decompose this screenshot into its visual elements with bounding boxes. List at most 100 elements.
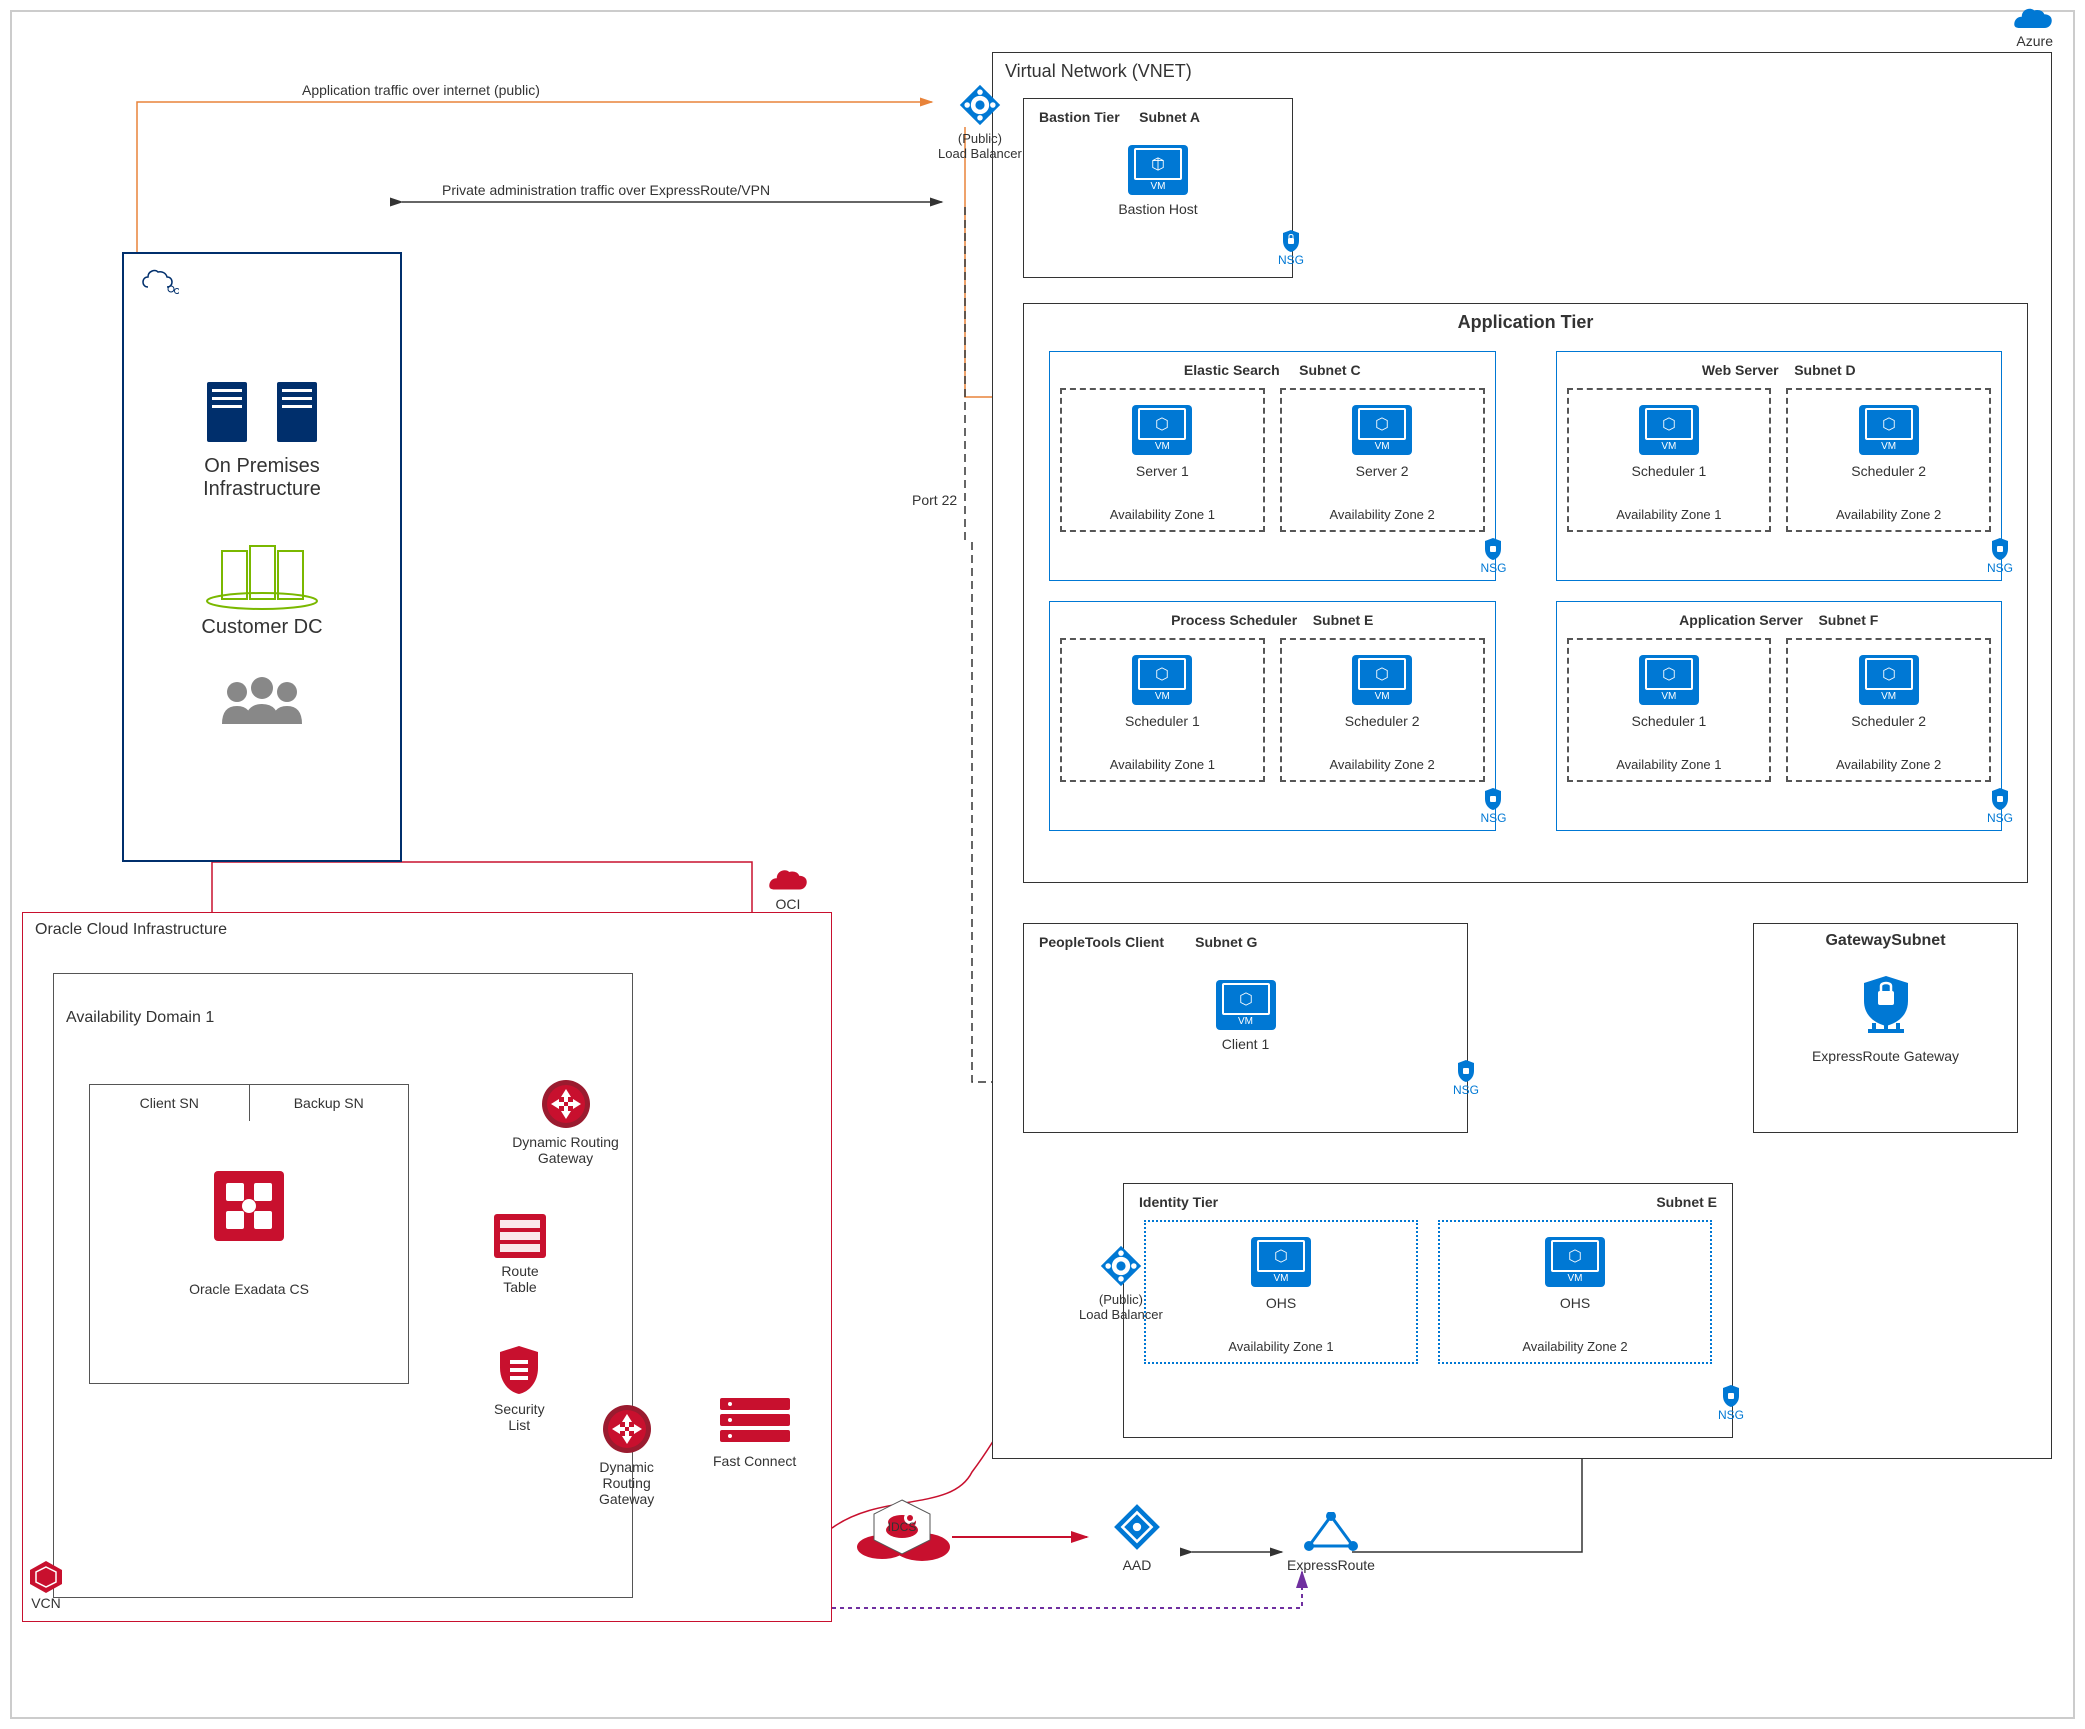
expressroute: ExpressRoute: [1287, 1512, 1375, 1573]
az-label: Availability Zone 2: [1836, 507, 1941, 522]
users-icon: [212, 674, 312, 734]
fast-connect-icon: [715, 1393, 795, 1448]
route-table: Route Table: [494, 1214, 546, 1295]
as-label: Application Server: [1679, 612, 1803, 628]
bastion-subnet-label: Subnet A: [1139, 109, 1200, 125]
cloud-users-icon: [139, 269, 179, 299]
id-az1-label: Availability Zone 1: [1228, 1339, 1333, 1354]
az-label: Availability Zone 2: [1329, 507, 1434, 522]
peopletools-box: PeopleTools Client Subnet G VM Client 1 …: [1023, 923, 1468, 1133]
public-lb-label: (Public) Load Balancer: [938, 131, 1022, 161]
drg2: Dynamic Routing Gateway: [599, 1404, 654, 1507]
nsg-label: NSG: [1480, 561, 1506, 575]
vm-icon: VM: [1251, 1237, 1311, 1287]
az1-box: VM Scheduler 1 Availability Zone 1: [1567, 638, 1772, 782]
az1-box: VM Scheduler 1 Availability Zone 1: [1060, 638, 1265, 782]
onprem-infra-label-2: Infrastructure: [124, 478, 400, 501]
nsg-label: NSG: [1718, 1408, 1744, 1422]
vm-icon: VM: [1128, 145, 1188, 195]
route-table-label: Route Table: [501, 1263, 538, 1295]
azure-cloud-label: Azure: [2013, 8, 2053, 49]
vm2-label: Scheduler 2: [1851, 713, 1926, 729]
backup-sn-label: Backup SN: [250, 1085, 409, 1121]
subnet-d-box: Web Server Subnet D VM Scheduler 1 Avail…: [1556, 351, 2003, 581]
id-az2-box: VM OHS Availability Zone 2: [1438, 1220, 1712, 1364]
ws-label: Web Server: [1702, 362, 1779, 378]
oci-title: Oracle Cloud Infrastructure: [23, 913, 831, 947]
nsg-label: NSG: [1480, 811, 1506, 825]
datacenter-icon: [202, 531, 322, 611]
vm2-label: Scheduler 2: [1851, 463, 1926, 479]
customer-dc-label: Customer DC: [124, 616, 400, 639]
nsg-label: NSG: [1453, 1083, 1479, 1097]
aad-label: AAD: [1123, 1557, 1152, 1573]
az-label: Availability Zone 2: [1329, 757, 1434, 772]
cloud-icon: [2013, 8, 2053, 33]
nsg-label: NSG: [1987, 561, 2013, 575]
subnet-f-box: Application Server Subnet F VM Scheduler…: [1556, 601, 2003, 831]
vcn-box: Availability Domain 1 Client SN Backup S…: [53, 973, 633, 1598]
bastion-tier-label: Bastion Tier: [1039, 109, 1120, 125]
public-lb: (Public) Load Balancer: [938, 83, 1022, 161]
gw-subnet-title: GatewaySubnet: [1754, 924, 2017, 958]
nsg-icon: [1456, 1059, 1476, 1083]
vm2-label: Scheduler 2: [1345, 713, 1420, 729]
nsg-icon: [1483, 537, 1503, 561]
fast-connect: Fast Connect: [713, 1393, 796, 1469]
idcs-label: IDCS: [888, 1520, 917, 1534]
pt-title: PeopleTools Client: [1039, 934, 1164, 950]
vm2-label: Server 2: [1356, 463, 1409, 479]
exadata-icon: [214, 1171, 284, 1241]
ps-label: Process Scheduler: [1171, 612, 1297, 628]
ohs2-label: OHS: [1560, 1295, 1590, 1311]
vm1-label: Scheduler 1: [1632, 463, 1707, 479]
subnet-box: Client SN Backup SN Oracle Exadata CS: [89, 1084, 409, 1384]
identity-title: Identity Tier: [1139, 1194, 1218, 1210]
az-label: Availability Zone 1: [1110, 507, 1215, 522]
vm-icon: VM: [1639, 655, 1699, 705]
az1-box: VM Server 1 Availability Zone 1: [1060, 388, 1265, 532]
drg1-label: Dynamic Routing Gateway: [499, 1134, 632, 1166]
subnet-c-box: Elastic Search Subnet C VM Server 1 Avai…: [1049, 351, 1496, 581]
vm-icon: VM: [1859, 655, 1919, 705]
er-gateway-label: ExpressRoute Gateway: [1812, 1048, 1959, 1064]
er-gateway-icon: [1856, 973, 1916, 1038]
identity-lb: (Public) Load Balancer: [1079, 1244, 1163, 1322]
az2-box: VM Scheduler 2 Availability Zone 2: [1786, 388, 1991, 532]
public-traffic-label: Application traffic over internet (publi…: [302, 82, 540, 98]
load-balancer-icon: [958, 83, 1002, 127]
nsg-icon: [1281, 229, 1301, 253]
subnet-e-box: Process Scheduler Subnet E VM Scheduler …: [1049, 601, 1496, 831]
load-balancer-icon: [1099, 1244, 1143, 1288]
identity-subnet: Subnet E: [1656, 1194, 1717, 1210]
exadata-label: Oracle Exadata CS: [90, 1281, 408, 1297]
idcs: IDCS: [852, 1492, 952, 1562]
vm-icon: VM: [1132, 405, 1192, 455]
diagram-canvas: Azure: [10, 10, 2075, 1719]
security-list-label: Security List: [494, 1401, 545, 1433]
fast-connect-label: Fast Connect: [713, 1453, 796, 1469]
shield-icon: [496, 1344, 542, 1396]
subnet-d-label: Subnet D: [1794, 362, 1855, 378]
security-list: Security List: [494, 1344, 545, 1433]
vm1-label: Server 1: [1136, 463, 1189, 479]
client-sn-label: Client SN: [90, 1085, 250, 1121]
az2-box: VM Server 2 Availability Zone 2: [1280, 388, 1485, 532]
gateway-subnet-box: GatewaySubnet ExpressRoute Gateway: [1753, 923, 2018, 1133]
private-traffic-label: Private administration traffic over Expr…: [442, 182, 770, 198]
oci-text: OCI: [776, 896, 801, 912]
vm-icon: VM: [1639, 405, 1699, 455]
pt-client-label: Client 1: [1222, 1036, 1269, 1052]
vnet-title: Virtual Network (VNET): [993, 53, 2051, 90]
nsg-icon: [1990, 787, 2010, 811]
bastion-host-label: Bastion Host: [1118, 201, 1197, 217]
pt-subnet: Subnet G: [1195, 934, 1257, 950]
app-tier-title: Application Tier: [1024, 304, 2027, 341]
az-label: Availability Zone 1: [1616, 757, 1721, 772]
oci-box: Oracle Cloud Infrastructure Availability…: [22, 912, 832, 1622]
route-table-icon: [494, 1214, 546, 1258]
drg1: Dynamic Routing Gateway: [499, 1079, 632, 1166]
onprem-box: On Premises Infrastructure Customer DC: [122, 252, 402, 862]
oci-cloud-label: OCI: [768, 868, 808, 912]
ohs1-label: OHS: [1266, 1295, 1296, 1311]
